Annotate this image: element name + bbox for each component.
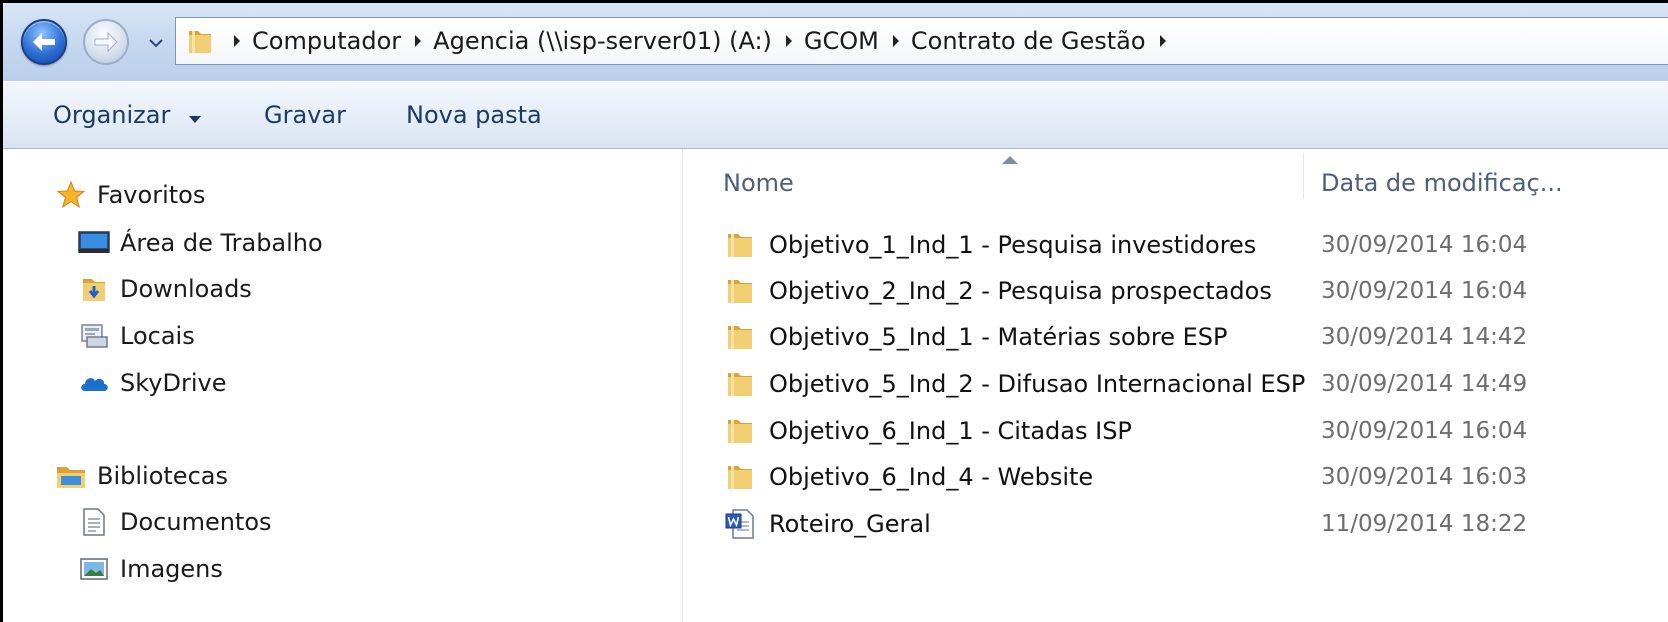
command-bar: Organizar Gravar Nova pasta: [3, 81, 1668, 149]
file-row[interactable]: Objetivo_5_Ind_2 - Difusao Internacional…: [723, 362, 1668, 406]
documents-icon: [78, 506, 110, 538]
nav-item-label: Locais: [120, 322, 195, 350]
file-modified: 11/09/2014 18:22: [1321, 511, 1528, 537]
nav-item-label: SkyDrive: [120, 369, 227, 397]
folder-icon: [723, 367, 757, 401]
breadcrumb-arrow-icon[interactable]: [885, 34, 907, 48]
nav-item-label: Documentos: [120, 508, 272, 536]
file-modified: 30/09/2014 16:04: [1321, 418, 1528, 444]
breadcrumb-gcom[interactable]: GCOM: [800, 18, 885, 64]
column-header-name[interactable]: Nome: [723, 163, 794, 203]
file-modified: 30/09/2014 16:04: [1321, 232, 1528, 258]
navigation-bar: Computador Agencia (\\isp-server01) (A:)…: [3, 3, 1668, 82]
back-button[interactable]: [21, 19, 67, 65]
folder-icon: [723, 414, 757, 448]
nav-item-desktop[interactable]: Área de Trabalho: [78, 223, 323, 263]
burn-label: Gravar: [264, 101, 346, 129]
column-divider[interactable]: [1303, 153, 1304, 199]
file-row[interactable]: Objetivo_1_Ind_1 - Pesquisa investidores…: [723, 223, 1668, 267]
file-row[interactable]: Roteiro_Geral 11/09/2014 18:22: [723, 502, 1668, 546]
nav-favorites[interactable]: Favoritos: [55, 175, 205, 215]
file-name: Objetivo_5_Ind_2 - Difusao Internacional…: [769, 370, 1306, 398]
file-list: Nome Data de modificaç... Objetivo_1_Ind…: [683, 149, 1668, 622]
pictures-icon: [78, 553, 110, 585]
file-modified: 30/09/2014 16:04: [1321, 278, 1528, 304]
nav-item-label: Downloads: [120, 275, 252, 303]
caret-down-icon: [188, 83, 202, 149]
file-name: Roteiro_Geral: [769, 510, 931, 538]
organize-label: Organizar: [53, 101, 171, 129]
star-icon: [55, 179, 87, 211]
folder-icon: [189, 31, 211, 53]
back-arrow-icon: [33, 33, 55, 51]
folder-icon: [723, 460, 757, 494]
new-folder-button[interactable]: Nova pasta: [406, 82, 542, 150]
file-row[interactable]: Objetivo_6_Ind_4 - Website 30/09/2014 16…: [723, 455, 1668, 499]
recent-places-icon: [78, 320, 110, 352]
nav-libraries[interactable]: Bibliotecas: [55, 456, 228, 496]
file-name: Objetivo_5_Ind_1 - Matérias sobre ESP: [769, 323, 1228, 351]
forward-button[interactable]: [83, 19, 129, 65]
skydrive-icon: [78, 367, 110, 399]
file-name: Objetivo_6_Ind_1 - Citadas ISP: [769, 417, 1132, 445]
file-modified: 30/09/2014 16:03: [1321, 464, 1528, 490]
chevron-down-icon: [149, 38, 163, 47]
nav-item-documents[interactable]: Documentos: [78, 502, 272, 542]
address-bar[interactable]: Computador Agencia (\\isp-server01) (A:)…: [175, 17, 1668, 65]
nav-item-recent-places[interactable]: Locais: [78, 316, 195, 356]
file-row[interactable]: Objetivo_2_Ind_2 - Pesquisa prospectados…: [723, 269, 1668, 313]
breadcrumb-arrow-icon[interactable]: [226, 34, 248, 48]
breadcrumb-arrow-icon[interactable]: [407, 34, 429, 48]
downloads-icon: [78, 273, 110, 305]
recent-pages-dropdown[interactable]: [147, 36, 165, 50]
forward-arrow-icon: [94, 31, 118, 53]
folder-icon: [723, 228, 757, 262]
nav-item-label: Imagens: [120, 555, 223, 583]
file-row[interactable]: Objetivo_5_Ind_1 - Matérias sobre ESP 30…: [723, 315, 1668, 359]
desktop-icon: [78, 227, 110, 259]
file-name: Objetivo_2_Ind_2 - Pesquisa prospectados: [769, 277, 1272, 305]
new-folder-label: Nova pasta: [406, 101, 542, 129]
nav-item-downloads[interactable]: Downloads: [78, 269, 252, 309]
organize-button[interactable]: Organizar: [53, 82, 202, 150]
sort-ascending-icon: [1002, 156, 1018, 164]
file-name: Objetivo_6_Ind_4 - Website: [769, 463, 1094, 491]
column-header-modified[interactable]: Data de modificaç...: [1321, 163, 1563, 203]
burn-button[interactable]: Gravar: [264, 82, 346, 150]
nav-libraries-label: Bibliotecas: [97, 462, 228, 490]
breadcrumb-drive[interactable]: Agencia (\\isp-server01) (A:): [429, 18, 778, 64]
file-row[interactable]: Objetivo_6_Ind_1 - Citadas ISP 30/09/201…: [723, 409, 1668, 453]
breadcrumb-arrow-icon[interactable]: [778, 34, 800, 48]
nav-favorites-label: Favoritos: [97, 181, 206, 209]
file-modified: 30/09/2014 14:42: [1321, 324, 1528, 350]
file-name: Objetivo_1_Ind_1 - Pesquisa investidores: [769, 231, 1257, 259]
file-modified: 30/09/2014 14:49: [1321, 371, 1528, 397]
nav-item-pictures[interactable]: Imagens: [78, 549, 223, 589]
folder-icon: [723, 320, 757, 354]
breadcrumb-computer[interactable]: Computador: [248, 18, 407, 64]
folder-icon: [723, 274, 757, 308]
breadcrumb-arrow-icon[interactable]: [1152, 34, 1174, 48]
breadcrumb-contrato[interactable]: Contrato de Gestão: [907, 18, 1152, 64]
nav-item-skydrive[interactable]: SkyDrive: [78, 363, 226, 403]
navigation-pane: Favoritos Área de Trabalho Downloads Loc…: [3, 149, 683, 622]
libraries-icon: [55, 460, 87, 492]
nav-item-label: Área de Trabalho: [120, 229, 323, 257]
word-document-icon: [723, 507, 757, 541]
